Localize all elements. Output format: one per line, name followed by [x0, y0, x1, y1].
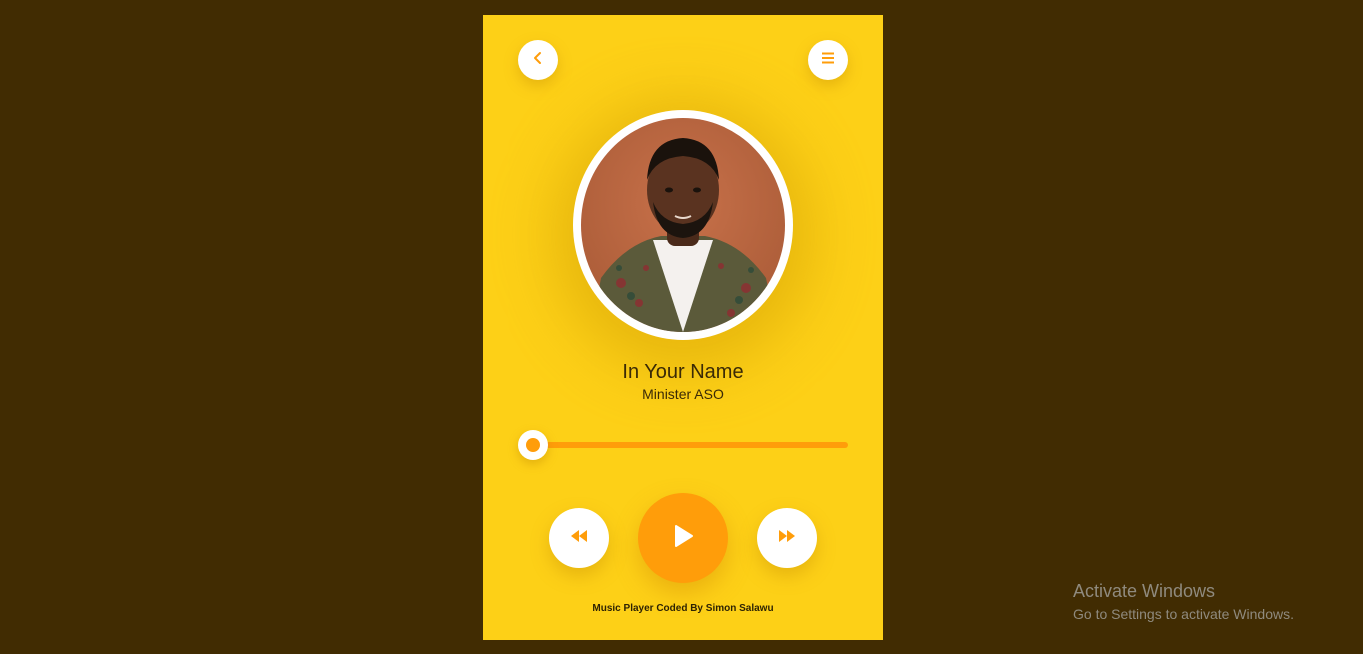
windows-activation-watermark: Activate Windows Go to Settings to activ… — [1073, 580, 1294, 624]
menu-button[interactable] — [808, 40, 848, 80]
back-button[interactable] — [518, 40, 558, 80]
music-player-card: In Your Name Minister ASO Music Player C… — [483, 15, 883, 640]
credit-text: Music Player Coded By Simon Salawu — [592, 603, 774, 614]
artist-name: Minister ASO — [642, 386, 724, 402]
album-art-frame — [573, 110, 793, 340]
watermark-subtitle: Go to Settings to activate Windows. — [1073, 606, 1294, 622]
progress-thumb[interactable] — [518, 430, 548, 460]
watermark-title: Activate Windows — [1073, 581, 1216, 601]
rewind-icon — [570, 529, 588, 548]
fast-forward-button[interactable] — [757, 508, 817, 568]
progress-thumb-dot — [526, 438, 540, 452]
artist-photo — [581, 118, 785, 332]
play-button[interactable] — [638, 493, 728, 583]
chevron-left-icon — [531, 51, 545, 70]
play-icon — [672, 524, 694, 553]
fast-forward-icon — [778, 529, 796, 548]
page: In Your Name Minister ASO Music Player C… — [0, 0, 1363, 654]
hamburger-menu-icon — [821, 51, 835, 69]
progress-bar[interactable] — [533, 442, 848, 448]
rewind-button[interactable] — [549, 508, 609, 568]
song-title: In Your Name — [622, 361, 744, 383]
